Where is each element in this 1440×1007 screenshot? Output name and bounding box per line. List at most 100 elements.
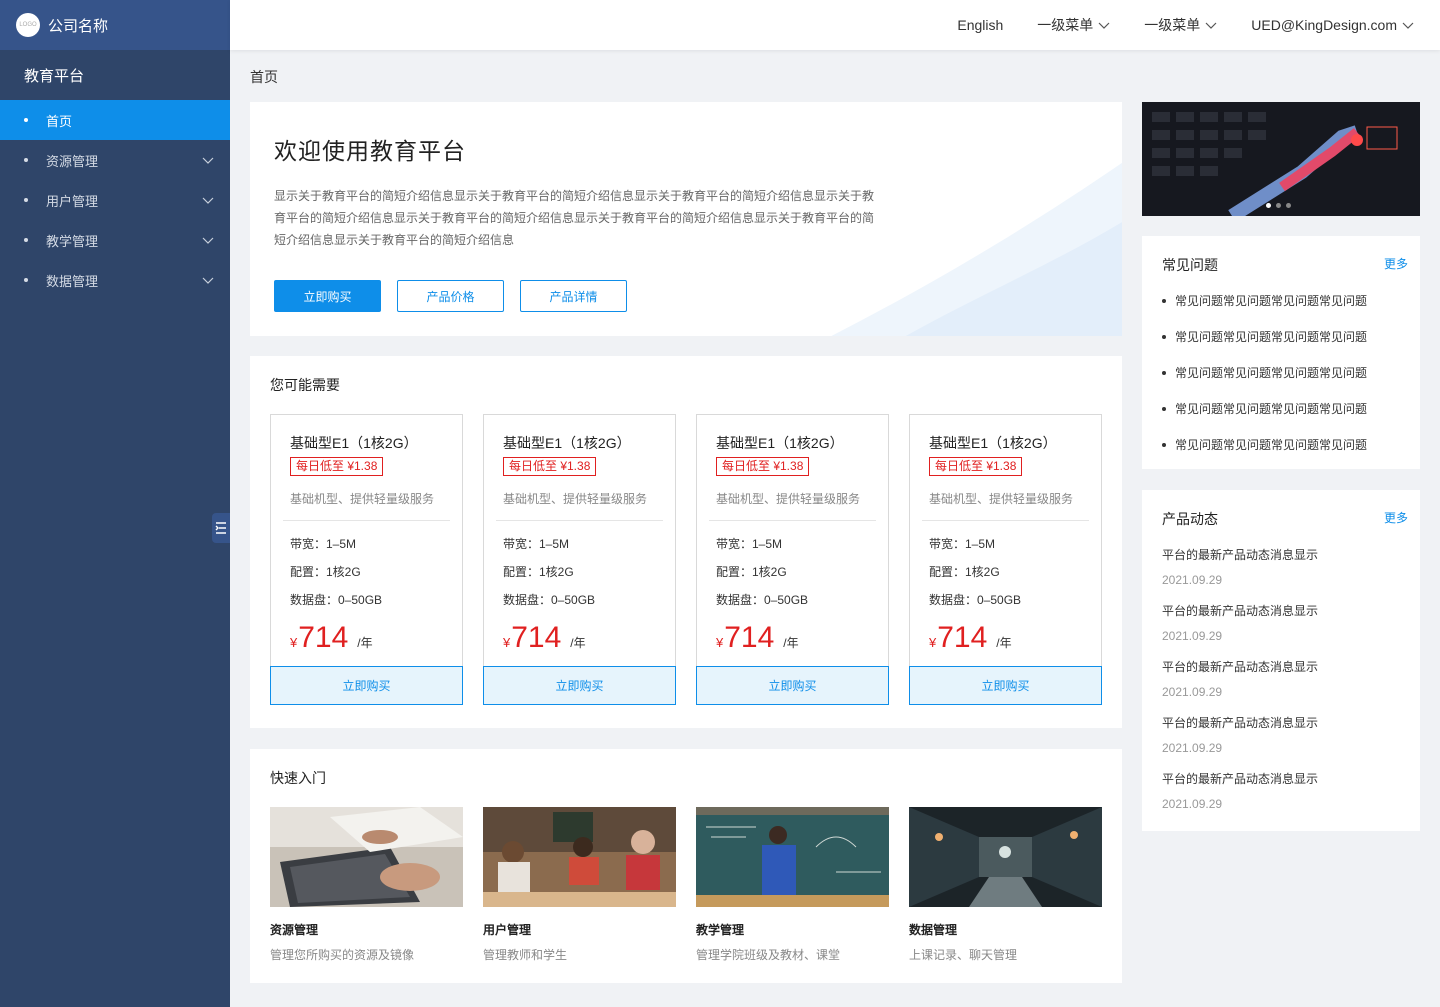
user-menu[interactable]: UED@KingDesign.com <box>1251 17 1414 33</box>
product-card: 基础型E1（1核2G） 每日低至 ¥1.38 基础机型、提供轻量级服务 带宽：1… <box>270 414 463 705</box>
quick-item-title: 数据管理 <box>909 923 958 937</box>
carousel-dot[interactable] <box>1266 203 1271 208</box>
chevron-down-icon <box>1098 22 1110 29</box>
product-name: 基础型E1（1核2G） <box>503 435 631 451</box>
news-card: 产品动态 更多 平台的最新产品动态消息显示 2021.09.29 平台的最新产品… <box>1142 490 1420 831</box>
quick-item-teaching[interactable]: 教学管理 管理学院班级及教材、课堂 <box>696 807 889 963</box>
sidebar-item-teaching[interactable]: 教学管理 <box>0 220 230 260</box>
spec-config: 配置：1核2G <box>716 565 787 579</box>
buy-now-button[interactable]: 立即购买 <box>274 280 381 312</box>
spec-disk: 数据盘：0–50GB <box>290 593 383 607</box>
product-buy-button[interactable]: 立即购买 <box>270 666 463 705</box>
quick-item-users[interactable]: 用户管理 管理教师和学生 <box>483 807 676 963</box>
faq-item-text: 常见问题常见问题常见问题常见问题 <box>1175 330 1368 344</box>
divider <box>709 520 876 521</box>
news-item[interactable]: 平台的最新产品动态消息显示 2021.09.29 <box>1162 658 1318 699</box>
news-more-link[interactable]: 更多 <box>1384 509 1408 526</box>
top-menu-1[interactable]: 一级菜单 <box>1037 15 1110 35</box>
welcome-description: 显示关于教育平台的简短介绍信息显示关于教育平台的简短介绍信息显示关于教育平台的简… <box>274 189 875 247</box>
news-item[interactable]: 平台的最新产品动态消息显示 2021.09.29 <box>1162 714 1318 755</box>
sidebar-item-users[interactable]: 用户管理 <box>0 180 230 220</box>
faq-item[interactable]: 常见问题常见问题常见问题常见问题 <box>1162 400 1367 417</box>
faq-more-link[interactable]: 更多 <box>1384 255 1408 272</box>
breadcrumb: 首页 <box>250 69 278 85</box>
price-unit: /年 <box>783 636 799 650</box>
divider <box>922 520 1089 521</box>
bullet-icon <box>1162 334 1166 339</box>
spec-bandwidth: 带宽：1–5M <box>290 537 357 551</box>
faq-item[interactable]: 常见问题常见问题常见问题常见问题 <box>1162 328 1367 345</box>
product-price: ¥ 714 /年 <box>503 621 586 655</box>
product-price: ¥ 714 /年 <box>716 621 799 655</box>
product-buy-button[interactable]: 立即购买 <box>483 666 676 705</box>
faq-item-text: 常见问题常见问题常见问题常见问题 <box>1175 294 1368 308</box>
quick-item-title: 教学管理 <box>696 923 745 937</box>
product-buy-button[interactable]: 立即购买 <box>909 666 1102 705</box>
company-name: 公司名称 <box>48 17 109 35</box>
product-card: 基础型E1（1核2G） 每日低至 ¥1.38 基础机型、提供轻量级服务 带宽：1… <box>483 414 676 705</box>
sidebar-item-label: 首页 <box>46 113 73 129</box>
news-date: 2021.09.29 <box>1162 573 1223 587</box>
user-email: UED@KingDesign.com <box>1251 17 1397 33</box>
bullet-icon <box>1162 298 1166 303</box>
currency: ¥ <box>716 635 724 650</box>
quick-item-data[interactable]: 数据管理 上课记录、聊天管理 <box>909 807 1102 963</box>
bullet-icon <box>24 278 28 282</box>
top-menu-label: 一级菜单 <box>1037 17 1094 33</box>
menu-fold-icon <box>215 522 226 534</box>
quick-item-title: 资源管理 <box>270 923 319 937</box>
chevron-down-icon <box>1205 22 1217 29</box>
news-text: 平台的最新产品动态消息显示 <box>1162 604 1319 618</box>
top-bar: English 一级菜单 一级菜单 UED@KingDesign.com <box>230 0 1440 50</box>
sidebar-item-resources[interactable]: 资源管理 <box>0 140 230 180</box>
price-tag: 每日低至 ¥1.38 <box>716 457 810 476</box>
quick-item-resources[interactable]: 资源管理 管理您所购买的资源及镜像 <box>270 807 463 963</box>
sidebar-item-data[interactable]: 数据管理 <box>0 260 230 300</box>
news-item[interactable]: 平台的最新产品动态消息显示 2021.09.29 <box>1162 770 1318 811</box>
chevron-down-icon <box>202 197 214 204</box>
sidebar-item-home[interactable]: 首页 <box>0 100 230 140</box>
faq-item[interactable]: 常见问题常见问题常见问题常见问题 <box>1162 364 1367 381</box>
news-item[interactable]: 平台的最新产品动态消息显示 2021.09.29 <box>1162 546 1318 587</box>
news-text: 平台的最新产品动态消息显示 <box>1162 660 1319 674</box>
laptop-photo <box>270 807 463 907</box>
spec-config: 配置：1核2G <box>503 565 574 579</box>
price-unit: /年 <box>357 636 373 650</box>
news-date: 2021.09.29 <box>1162 741 1223 755</box>
product-detail-button[interactable]: 产品详情 <box>520 280 627 312</box>
blackboard-photo <box>696 807 889 907</box>
price-value: 714 <box>724 621 775 654</box>
top-menu-label: 一级菜单 <box>1144 17 1201 33</box>
quick-item-title: 用户管理 <box>483 923 532 937</box>
bullet-icon <box>24 198 28 202</box>
product-card: 基础型E1（1核2G） 每日低至 ¥1.38 基础机型、提供轻量级服务 带宽：1… <box>696 414 889 705</box>
news-text: 平台的最新产品动态消息显示 <box>1162 772 1319 786</box>
news-date: 2021.09.29 <box>1162 685 1223 699</box>
price-tag: 每日低至 ¥1.38 <box>929 457 1023 476</box>
spec-bandwidth: 带宽：1–5M <box>716 537 783 551</box>
bullet-icon <box>1162 442 1166 447</box>
faq-card: 常见问题 更多 常见问题常见问题常见问题常见问题 常见问题常见问题常见问题常见问… <box>1142 236 1420 469</box>
language-switch[interactable]: English <box>957 17 1003 33</box>
price-unit: /年 <box>996 636 1012 650</box>
faq-item[interactable]: 常见问题常见问题常见问题常见问题 <box>1162 436 1367 453</box>
spec-config: 配置：1核2G <box>290 565 361 579</box>
banner-carousel[interactable] <box>1142 102 1420 216</box>
news-item[interactable]: 平台的最新产品动态消息显示 2021.09.29 <box>1162 602 1318 643</box>
sidebar-collapse-toggle[interactable] <box>212 513 230 543</box>
carousel-dot[interactable] <box>1276 203 1281 208</box>
faq-item[interactable]: 常见问题常见问题常见问题常见问题 <box>1162 292 1367 309</box>
top-menu-2[interactable]: 一级菜单 <box>1144 15 1217 35</box>
news-text: 平台的最新产品动态消息显示 <box>1162 548 1319 562</box>
brand-bar: LOGO 公司名称 <box>0 0 230 50</box>
product-price-button[interactable]: 产品价格 <box>397 280 504 312</box>
bullet-icon <box>24 158 28 162</box>
company-logo[interactable]: LOGO <box>16 13 40 37</box>
carousel-dot[interactable] <box>1286 203 1291 208</box>
server-room-photo <box>909 807 1102 907</box>
product-buy-button[interactable]: 立即购买 <box>696 666 889 705</box>
news-title: 产品动态 <box>1162 511 1218 527</box>
section-title: 快速入门 <box>270 770 326 786</box>
product-desc: 基础机型、提供轻量级服务 <box>716 492 861 506</box>
currency: ¥ <box>929 635 937 650</box>
